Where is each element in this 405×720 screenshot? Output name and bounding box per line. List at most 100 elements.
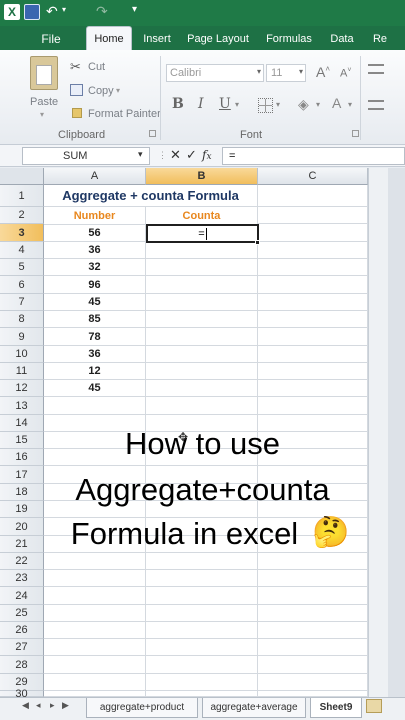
grid-cell[interactable]: [44, 587, 146, 605]
tab-review[interactable]: Re: [367, 26, 393, 51]
grid-cell[interactable]: [146, 622, 258, 639]
grid-cell[interactable]: [146, 674, 258, 691]
number-cell[interactable]: 36: [44, 346, 146, 363]
header-number[interactable]: Number: [44, 207, 146, 225]
underline-button[interactable]: U: [219, 96, 231, 112]
font-size-dropdown-icon[interactable]: ▾: [299, 67, 303, 76]
borders-icon[interactable]: [258, 98, 273, 113]
row-header[interactable]: 9: [0, 328, 44, 346]
tab-formulas[interactable]: Formulas: [261, 26, 317, 51]
sheet-title[interactable]: Aggregate + counta Formula: [44, 185, 258, 207]
grid-cell[interactable]: [258, 397, 368, 415]
grid-cell[interactable]: [44, 674, 146, 691]
active-cell-b3[interactable]: =: [146, 224, 259, 243]
grid-cell[interactable]: [44, 570, 146, 587]
row-header[interactable]: 24: [0, 587, 44, 605]
grid-cell[interactable]: [44, 622, 146, 639]
grid-cell[interactable]: [258, 346, 368, 363]
row-header[interactable]: 5: [0, 259, 44, 276]
grid-cell[interactable]: [258, 587, 368, 605]
grid-cell[interactable]: [146, 587, 258, 605]
number-cell[interactable]: 96: [44, 276, 146, 294]
row-header[interactable]: 1: [0, 185, 44, 207]
header-counta[interactable]: Counta: [146, 207, 258, 225]
paste-dropdown-icon[interactable]: ▾: [40, 110, 44, 119]
tab-data[interactable]: Data: [325, 26, 359, 51]
save-icon[interactable]: [24, 4, 40, 20]
copy-button[interactable]: Copy: [88, 85, 114, 97]
row-header[interactable]: 22: [0, 553, 44, 570]
grid-cell[interactable]: [258, 605, 368, 622]
paste-button[interactable]: Paste: [30, 96, 58, 108]
number-cell[interactable]: 36: [44, 242, 146, 259]
grow-font-icon[interactable]: A˄: [316, 64, 330, 80]
underline-dropdown-icon[interactable]: ▾: [235, 100, 239, 109]
grid-cell[interactable]: [44, 397, 146, 415]
grid-cell[interactable]: [258, 674, 368, 691]
row-header[interactable]: 25: [0, 605, 44, 622]
font-name-dropdown-icon[interactable]: ▾: [257, 67, 261, 76]
number-cell[interactable]: 85: [44, 311, 146, 328]
cut-button[interactable]: Cut: [88, 61, 105, 73]
row-header[interactable]: 6: [0, 276, 44, 294]
insert-sheet-icon[interactable]: [366, 699, 382, 713]
grid-cell[interactable]: [258, 622, 368, 639]
formula-input[interactable]: =: [222, 147, 405, 165]
row-header[interactable]: 27: [0, 639, 44, 656]
row-header[interactable]: 13: [0, 397, 44, 415]
row-header[interactable]: 12: [0, 380, 44, 397]
select-all-corner[interactable]: [0, 168, 44, 185]
clipboard-dialog-launcher-icon[interactable]: [149, 130, 156, 137]
font-size-box[interactable]: 11 ▾: [266, 64, 306, 82]
undo-icon[interactable]: ↶: [46, 3, 58, 20]
number-cell[interactable]: 12: [44, 363, 146, 380]
row-header[interactable]: 2: [0, 207, 44, 224]
grid-cell[interactable]: [146, 397, 258, 415]
grid-cell[interactable]: [258, 242, 368, 259]
sheet-tab-sheet9[interactable]: Sheet9: [310, 698, 362, 718]
row-header[interactable]: 28: [0, 656, 44, 674]
number-cell[interactable]: 45: [44, 380, 146, 397]
grid-cell[interactable]: [258, 311, 368, 328]
grid-cell[interactable]: [258, 276, 368, 294]
font-name-box[interactable]: Calibri ▾: [166, 64, 264, 82]
grid-cell[interactable]: [258, 380, 368, 397]
row-header[interactable]: 3: [0, 224, 44, 242]
row-header[interactable]: 7: [0, 294, 44, 311]
bold-button[interactable]: B: [172, 96, 184, 112]
grid-cell[interactable]: [258, 294, 368, 311]
row-header[interactable]: 11: [0, 363, 44, 380]
format-painter-button[interactable]: Format Painter: [88, 108, 161, 120]
grid-cell[interactable]: [258, 328, 368, 346]
grid-cell[interactable]: [146, 570, 258, 587]
grid-cell[interactable]: [146, 380, 258, 397]
grid-cell[interactable]: [146, 346, 258, 363]
italic-button[interactable]: I: [198, 96, 204, 112]
fill-color-dropdown-icon[interactable]: ▾: [316, 100, 320, 109]
row-header[interactable]: 8: [0, 311, 44, 328]
undo-dropdown-icon[interactable]: ▾: [62, 5, 66, 14]
tab-page-layout[interactable]: Page Layout: [184, 26, 252, 51]
tab-home[interactable]: Home: [86, 26, 132, 51]
fill-handle[interactable]: [255, 240, 260, 245]
column-header-c[interactable]: C: [258, 168, 368, 185]
prev-sheet-icon[interactable]: ◂: [36, 700, 41, 711]
grid-cell[interactable]: [258, 185, 368, 207]
format-painter-icon[interactable]: [72, 108, 82, 118]
grid-cell[interactable]: [258, 656, 368, 674]
sheet-tab-aggregate-average[interactable]: aggregate+average: [202, 698, 306, 718]
number-cell[interactable]: 56: [44, 224, 146, 242]
grid-cell[interactable]: [146, 311, 258, 328]
grid-cell[interactable]: [258, 363, 368, 380]
grid-cell[interactable]: [146, 242, 258, 259]
font-dialog-launcher-icon[interactable]: [352, 130, 359, 137]
number-cell[interactable]: 45: [44, 294, 146, 311]
row-header[interactable]: 10: [0, 346, 44, 363]
insert-function-icon[interactable]: fx: [202, 148, 212, 162]
name-box-dropdown-icon[interactable]: ▾: [138, 149, 143, 160]
grid-cell[interactable]: [258, 570, 368, 587]
grid-cell[interactable]: [146, 328, 258, 346]
grid-cell[interactable]: [44, 656, 146, 674]
sheet-tab-aggregate-product[interactable]: aggregate+product: [86, 698, 198, 718]
grid-cell[interactable]: [146, 656, 258, 674]
